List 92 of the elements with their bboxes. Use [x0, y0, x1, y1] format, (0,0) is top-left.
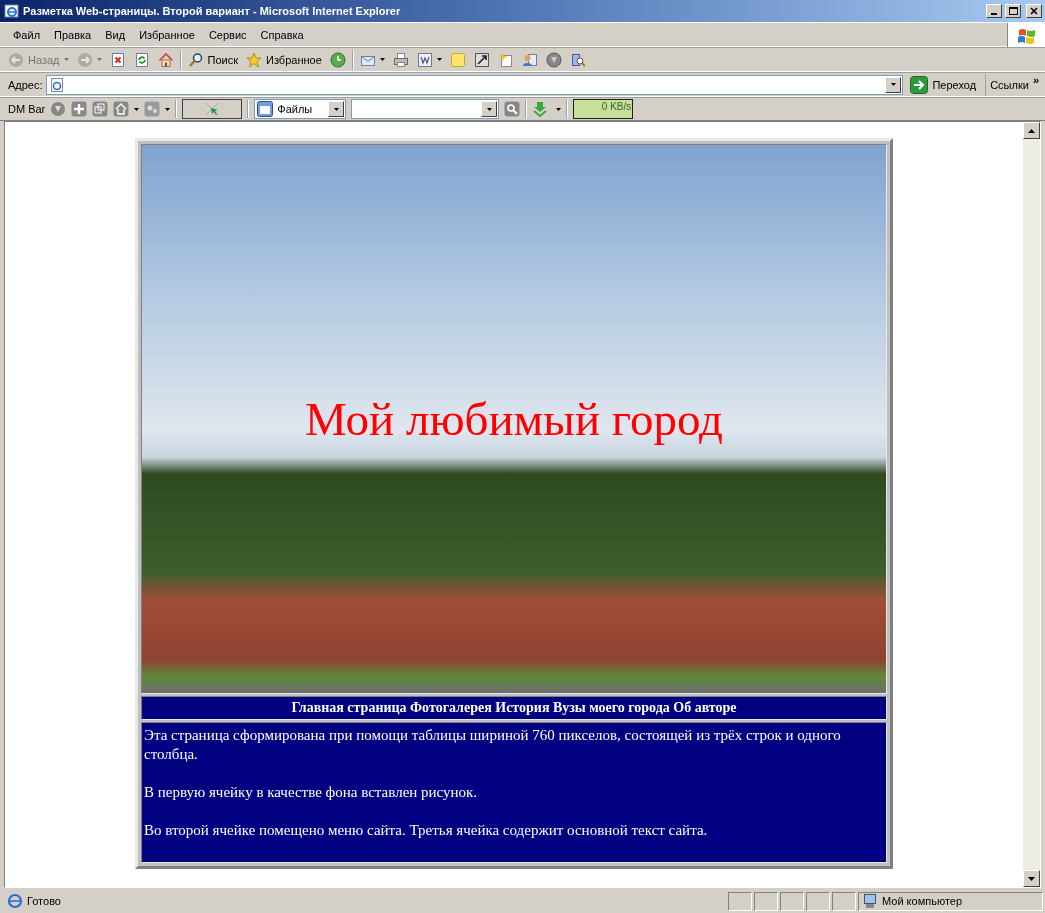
status-pane: [780, 891, 804, 911]
close-icon: [1030, 7, 1038, 15]
window-title: Разметка Web-страницы. Второй вариант - Microsoft Internet Explorer: [23, 5, 402, 17]
arrow-right-icon: [76, 51, 93, 68]
window-icon: [257, 101, 274, 117]
windows-icon: [92, 101, 109, 117]
search-icon: [504, 101, 521, 117]
download-arrow-icon: [532, 101, 549, 117]
caret-icon: [556, 107, 562, 111]
status-pane: [832, 891, 856, 911]
menu-item[interactable]: Справка: [253, 26, 311, 43]
zone-text: Мой компьютер: [882, 895, 963, 907]
cursor-icon: [204, 101, 221, 117]
home-icon: [113, 101, 130, 117]
paragraph: Во второй ячейке помещено меню сайта. Третья ячейка содержит основной текст сайта.: [144, 821, 709, 840]
paragraph: Эта страница сформирована при помощи таблицы шириной 760 пикселов, состоящей из трёх строк и одного столбца.: [144, 726, 842, 764]
dropdown-button[interactable]: [328, 101, 345, 117]
settings-icon: [144, 101, 161, 117]
caret-icon: [96, 58, 102, 61]
links-button[interactable]: Ссылки: [990, 78, 1029, 91]
menu-item[interactable]: Избранное: [132, 26, 202, 43]
search-field[interactable]: [351, 99, 500, 119]
caret-icon: [165, 107, 171, 111]
go-button[interactable]: Переход: [906, 73, 983, 96]
menu-item[interactable]: Правка: [47, 26, 99, 43]
plus-icon: [71, 101, 88, 117]
menu-item[interactable]: Файл: [6, 26, 48, 43]
gear-icon: [545, 51, 562, 68]
minimize-button[interactable]: [986, 4, 1002, 18]
maximize-icon: [1008, 7, 1018, 15]
page-heading: Мой любимый город: [304, 391, 723, 446]
home-button[interactable]: [113, 101, 140, 117]
files-dropdown[interactable]: Файлы: [254, 99, 347, 119]
close-button[interactable]: [1026, 4, 1042, 18]
arrow-left-icon: [8, 51, 24, 68]
vertical-scrollbar[interactable]: [1023, 122, 1040, 887]
down-arrow-icon: [1028, 876, 1035, 881]
up-arrow-icon: [1028, 128, 1035, 133]
person-page-icon: [521, 51, 538, 68]
menu-item[interactable]: Сервис: [201, 26, 254, 43]
resize-icon: [473, 51, 490, 68]
status-pane: [728, 891, 752, 911]
menu-item[interactable]: Вид: [98, 26, 133, 43]
printer-icon: [392, 51, 409, 68]
status-pane: [754, 891, 778, 911]
caret-icon: [134, 107, 140, 111]
page-icon: [7, 893, 23, 909]
favorites-button[interactable]: Избранное: [244, 49, 324, 70]
maximize-button[interactable]: [1005, 4, 1021, 18]
history-button[interactable]: [327, 49, 348, 70]
caret-icon: [63, 58, 69, 61]
arrow-right-icon: [910, 75, 929, 94]
search-icon: [187, 51, 204, 68]
history-icon: [329, 51, 346, 68]
sparkle-page-icon: [497, 51, 514, 68]
status-text: Готово: [27, 895, 61, 907]
cursor-button[interactable]: [182, 99, 243, 119]
dropdown-button[interactable]: [481, 101, 498, 117]
gear-icon: [50, 101, 67, 117]
caret-icon: [486, 107, 492, 111]
search-button[interactable]: Поиск: [185, 49, 240, 70]
paragraph: В первую ячейку в качестве фона вставлен рисунок.: [144, 783, 479, 802]
address-label: Адрес:: [8, 78, 43, 91]
document-icon: [416, 51, 433, 68]
caret-icon: [890, 83, 896, 86]
browser-logo-icon: [4, 3, 20, 19]
caret-icon: [436, 58, 442, 61]
research-icon: [569, 51, 586, 68]
download-button[interactable]: [532, 101, 562, 117]
dm-bar-label: DM Bar: [8, 103, 46, 115]
search-button[interactable]: [504, 101, 521, 117]
settings-button[interactable]: [144, 101, 171, 117]
scroll-down-button[interactable]: [1023, 870, 1040, 887]
stop-icon: [109, 51, 126, 68]
site-menu: Главная страница Фотогалерея История Вузы моего города Об авторе: [291, 699, 737, 716]
page-icon: [48, 76, 65, 93]
more-button[interactable]: »: [1032, 73, 1039, 86]
add-button[interactable]: [71, 101, 88, 117]
star-icon: [246, 51, 262, 68]
note-icon: [449, 51, 466, 68]
caret-icon: [379, 58, 385, 61]
refresh-icon: [133, 51, 150, 68]
status-pane: [806, 891, 830, 911]
dropdown-button[interactable]: [885, 76, 902, 93]
speed-meter: 0 KB/s: [573, 99, 634, 119]
address-field[interactable]: [45, 74, 904, 95]
scroll-up-button[interactable]: [1023, 122, 1040, 139]
caret-icon: [333, 107, 339, 111]
toolbar-button[interactable]: [50, 101, 67, 117]
windows-button[interactable]: [92, 101, 109, 117]
home-icon: [157, 51, 174, 68]
toolbar-button[interactable]: [543, 49, 564, 70]
